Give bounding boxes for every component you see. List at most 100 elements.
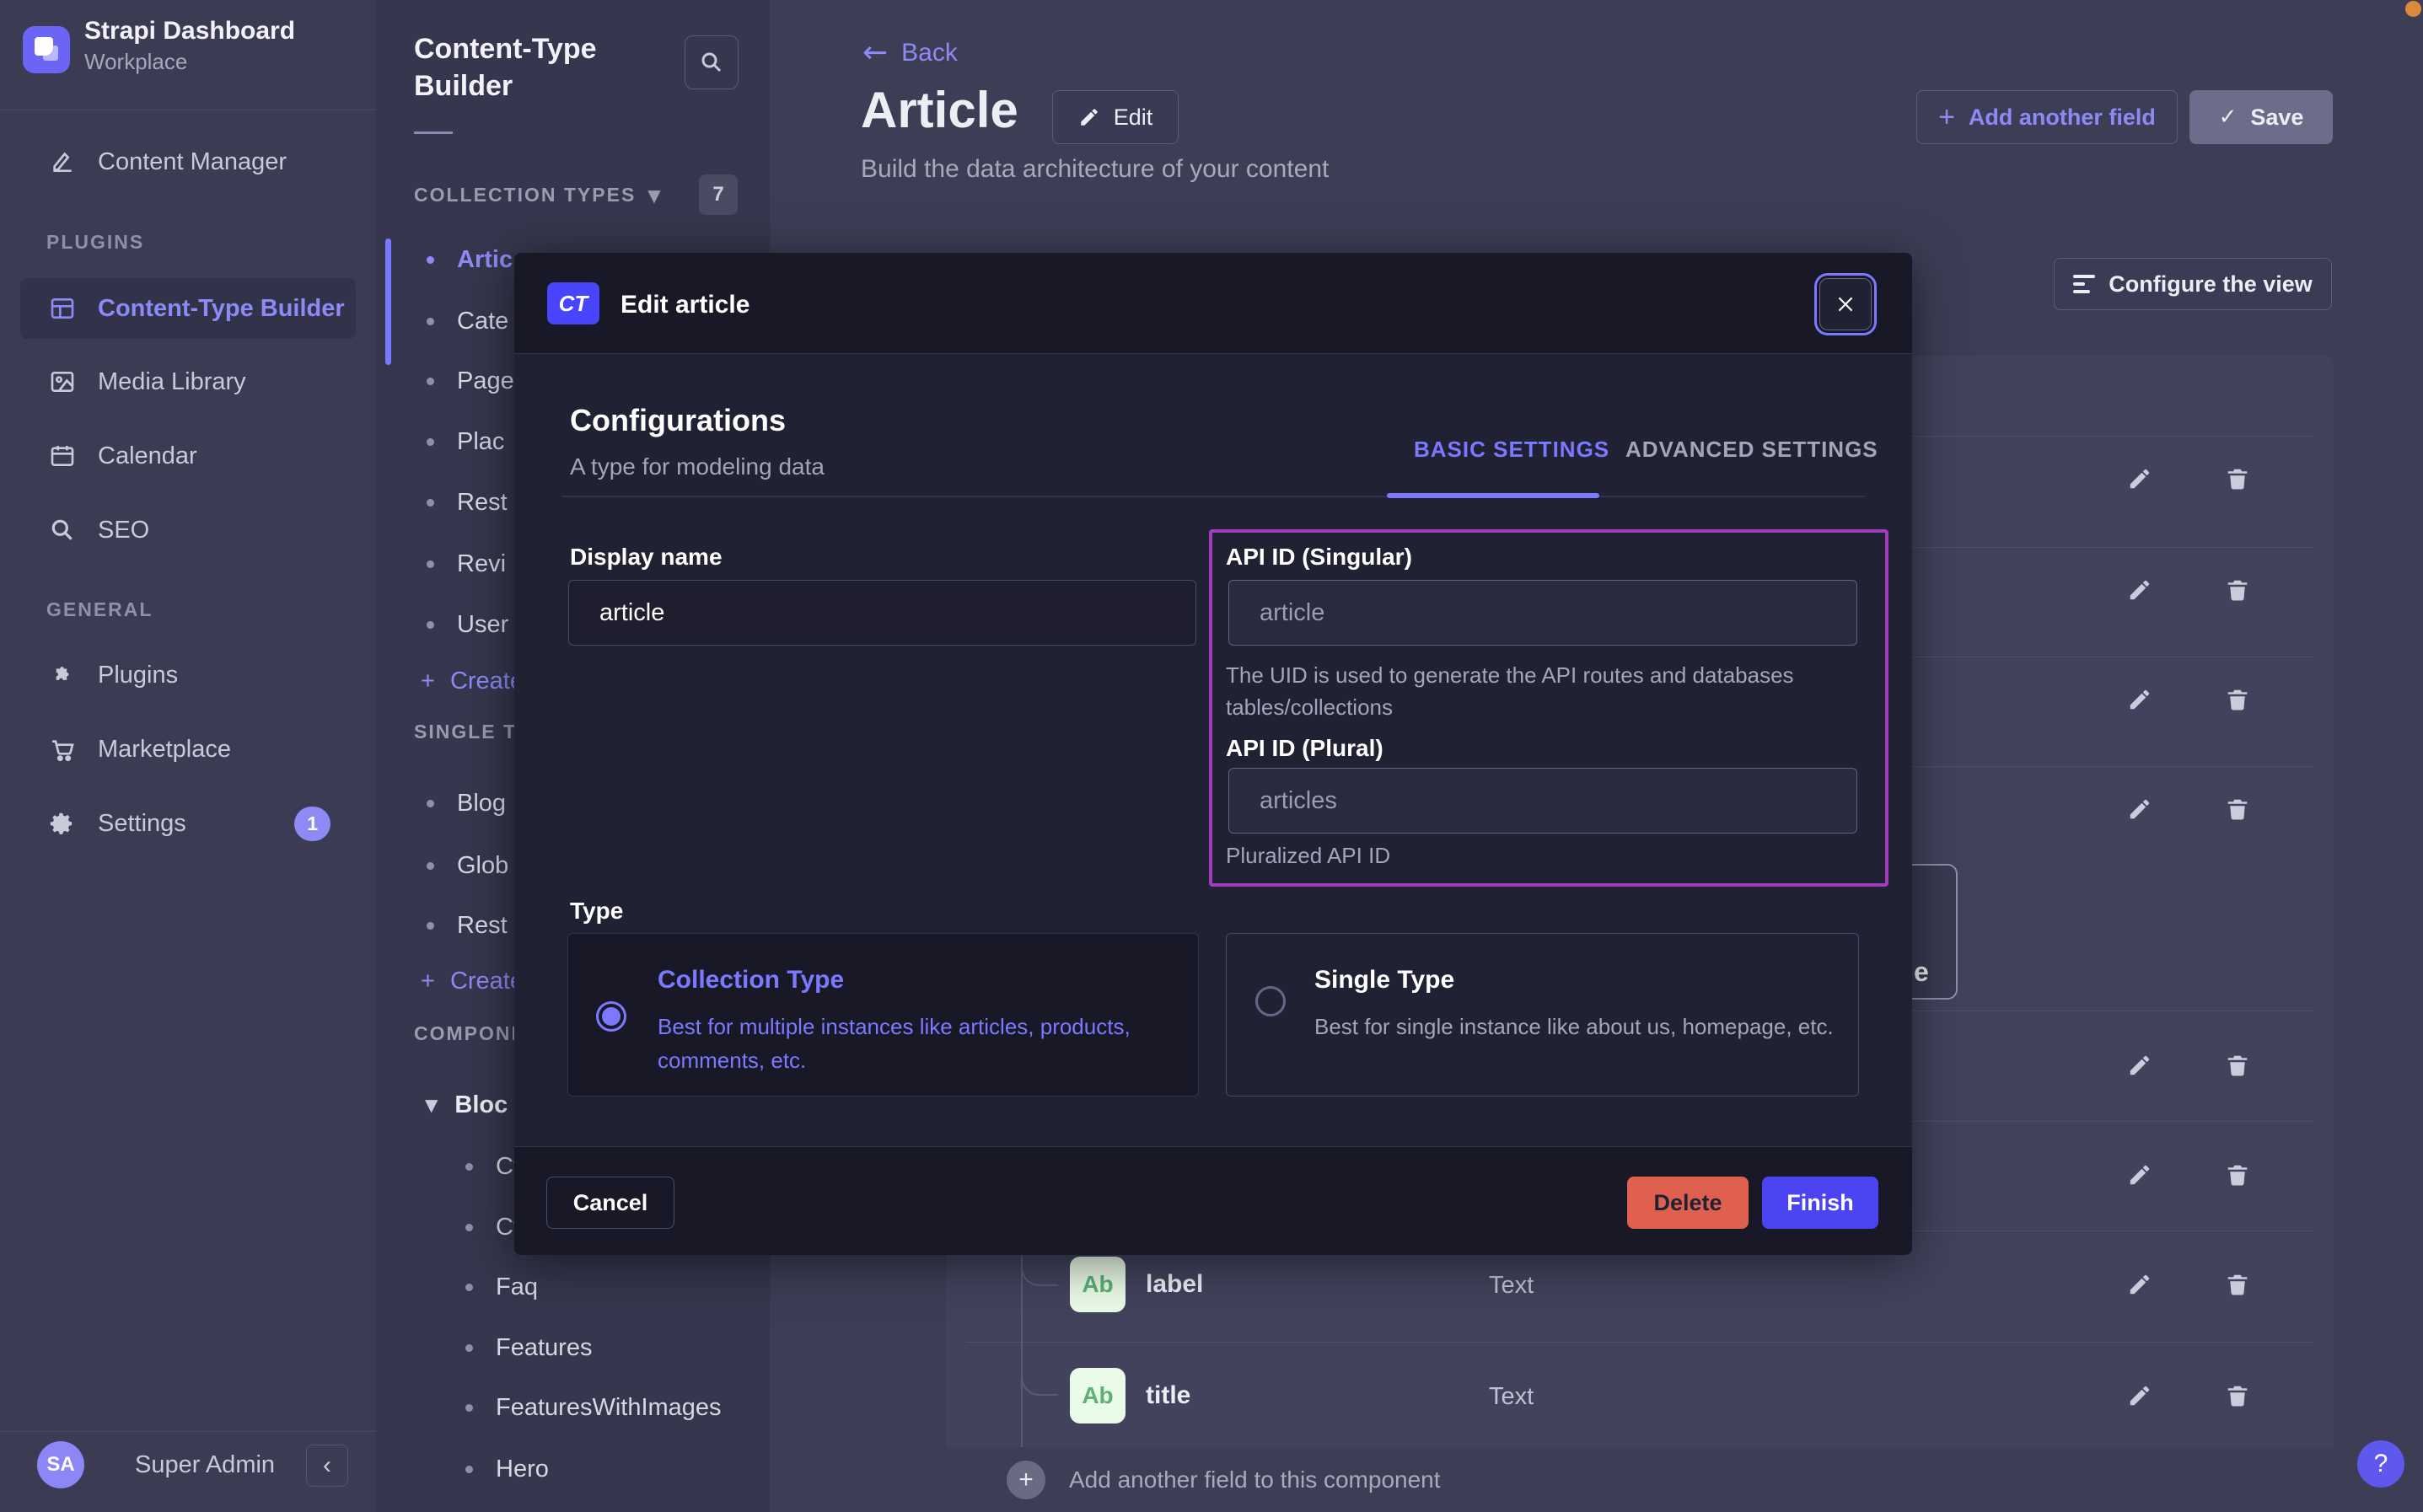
- scrollbar-thumb[interactable]: [385, 239, 391, 365]
- sidebar-item-marketplace[interactable]: Marketplace: [20, 719, 356, 780]
- component-item-hero[interactable]: Hero: [465, 1451, 549, 1487]
- edit-pencil-icon[interactable]: [2121, 571, 2158, 609]
- bullet-icon: [427, 560, 434, 568]
- sidebar-item-global[interactable]: Glob: [427, 848, 508, 883]
- sidebar-item-category[interactable]: Cate: [427, 303, 508, 339]
- close-button[interactable]: [1819, 278, 1872, 330]
- components-header[interactable]: COMPONE: [414, 1022, 526, 1045]
- sidebar-item-restaurant[interactable]: Rest: [427, 485, 508, 520]
- dialog-header: CT Edit article: [514, 253, 1912, 354]
- dialog-footer: Cancel Delete Finish: [514, 1146, 1912, 1255]
- component-group-blocks[interactable]: ▼ Bloc: [425, 1087, 508, 1123]
- chevron-down-icon: ▼: [425, 1095, 438, 1115]
- delete-button[interactable]: Delete: [1627, 1177, 1749, 1229]
- collection-type-option[interactable]: Collection Type Best for multiple instan…: [567, 933, 1199, 1096]
- search-button[interactable]: [685, 35, 739, 89]
- edit-pencil-icon[interactable]: [2121, 1047, 2158, 1084]
- trash-icon[interactable]: [2219, 791, 2256, 828]
- edit-pencil-icon[interactable]: [2121, 681, 2158, 718]
- edit-pencil-icon[interactable]: [2121, 460, 2158, 497]
- api-id-plural-input[interactable]: articles: [1228, 768, 1857, 834]
- close-icon: [1835, 293, 1856, 315]
- component-item-featureswithimages[interactable]: FeaturesWithImages: [465, 1390, 722, 1425]
- sidebar-item-restaurant-single[interactable]: Rest: [427, 908, 508, 943]
- create-collection-type-link[interactable]: +Create: [421, 663, 524, 699]
- collapse-sidebar-button[interactable]: ‹: [306, 1445, 348, 1487]
- api-id-singular-label: API ID (Singular): [1226, 544, 1412, 571]
- row-divider: [966, 1342, 2313, 1343]
- component-item-faq[interactable]: Faq: [465, 1269, 538, 1305]
- sidebar-item-settings[interactable]: Settings 1: [20, 793, 356, 854]
- trash-icon[interactable]: [2219, 1156, 2256, 1193]
- single-type-option[interactable]: Single Type Best for single instance lik…: [1226, 933, 1859, 1096]
- bullet-icon: [465, 1344, 473, 1352]
- trash-icon[interactable]: [2219, 1047, 2256, 1084]
- edit-pencil-icon[interactable]: [2121, 1377, 2158, 1414]
- sidebar-item-place[interactable]: Plac: [427, 424, 504, 459]
- trash-icon[interactable]: [2219, 681, 2256, 718]
- cart-icon: [47, 734, 78, 764]
- finish-button[interactable]: Finish: [1762, 1177, 1878, 1229]
- edit-pencil-icon[interactable]: [2121, 1266, 2158, 1303]
- sidebar-item-calendar[interactable]: Calendar: [20, 426, 356, 486]
- back-link[interactable]: ← Back: [862, 35, 958, 70]
- back-arrow-icon: ←: [862, 35, 888, 70]
- bullet-icon: [427, 318, 434, 325]
- trash-icon[interactable]: [2219, 1377, 2256, 1414]
- trash-icon[interactable]: [2219, 460, 2256, 497]
- configurations-subheading: A type for modeling data: [570, 453, 825, 480]
- sidebar-item-content-manager[interactable]: Content Manager: [20, 131, 356, 192]
- table-row-title: Ab title: [1070, 1368, 1190, 1424]
- api-id-singular-hint: The UID is used to generate the API rout…: [1226, 659, 1867, 723]
- table-row-actions: [2121, 1266, 2256, 1303]
- active-tab-underline: [1387, 493, 1599, 498]
- add-another-field-button[interactable]: + Add another field: [1916, 90, 2178, 144]
- edit-pencil-icon[interactable]: [2121, 791, 2158, 828]
- divider: [414, 131, 453, 134]
- bullet-icon: [427, 256, 434, 264]
- trash-icon[interactable]: [2219, 1266, 2256, 1303]
- edit-pencil-icon[interactable]: [2121, 1156, 2158, 1193]
- edit-article-dialog: CT Edit article Configurations A type fo…: [514, 253, 1912, 1254]
- content-type-badge: CT: [547, 282, 599, 324]
- component-item-features[interactable]: Features: [465, 1330, 592, 1365]
- avatar[interactable]: SA: [37, 1441, 84, 1488]
- sidebar-item-media-library[interactable]: Media Library: [20, 351, 356, 412]
- strapi-logo: [23, 26, 70, 73]
- component-item-cta[interactable]: Ct: [465, 1149, 520, 1184]
- display-name-input[interactable]: article: [568, 580, 1196, 646]
- sidebar-item-plugins[interactable]: Plugins: [20, 645, 356, 705]
- bullet-icon: [427, 499, 434, 507]
- sidebar-item-content-type-builder[interactable]: Content-Type Builder: [20, 278, 356, 339]
- configure-view-button[interactable]: Configure the view: [2054, 258, 2332, 310]
- tab-advanced-settings[interactable]: ADVANCED SETTINGS: [1625, 437, 1878, 463]
- cancel-button[interactable]: Cancel: [546, 1177, 674, 1229]
- bullet-icon: [427, 438, 434, 446]
- sidebar-item-seo[interactable]: SEO: [20, 500, 356, 560]
- api-id-plural-label: API ID (Plural): [1226, 735, 1383, 762]
- pencil-icon: [1078, 106, 1100, 128]
- tab-basic-settings[interactable]: BASIC SETTINGS: [1414, 437, 1609, 463]
- save-button[interactable]: ✓ Save: [2189, 90, 2333, 144]
- sidebar-item-page[interactable]: Page: [427, 363, 514, 399]
- sidebar-item-article[interactable]: Artic: [427, 242, 513, 277]
- add-field-to-component-row[interactable]: + Add another field to this component: [946, 1447, 2334, 1512]
- help-button[interactable]: ?: [2357, 1440, 2404, 1488]
- sidebar-item-user[interactable]: User: [427, 607, 508, 642]
- plus-icon: +: [421, 968, 435, 995]
- radio-unselected-icon[interactable]: [1255, 986, 1286, 1016]
- component-item-cta2[interactable]: Ct: [465, 1209, 520, 1245]
- bullet-icon: [465, 1163, 473, 1171]
- layout-icon: [47, 293, 78, 324]
- sidebar-item-review[interactable]: Revi: [427, 546, 506, 582]
- sidebar-item-blog[interactable]: Blog: [427, 785, 506, 821]
- type-label: Type: [570, 898, 623, 925]
- api-id-singular-input[interactable]: article: [1228, 580, 1857, 646]
- collection-types-header[interactable]: COLLECTION TYPES ▼: [414, 184, 663, 206]
- recording-indicator-dot: [2405, 1, 2421, 17]
- edit-button[interactable]: Edit: [1052, 90, 1179, 144]
- chevron-down-icon: ▼: [647, 185, 662, 206]
- radio-selected-icon[interactable]: [596, 1001, 626, 1032]
- create-single-type-link[interactable]: +Create: [421, 963, 524, 999]
- trash-icon[interactable]: [2219, 571, 2256, 609]
